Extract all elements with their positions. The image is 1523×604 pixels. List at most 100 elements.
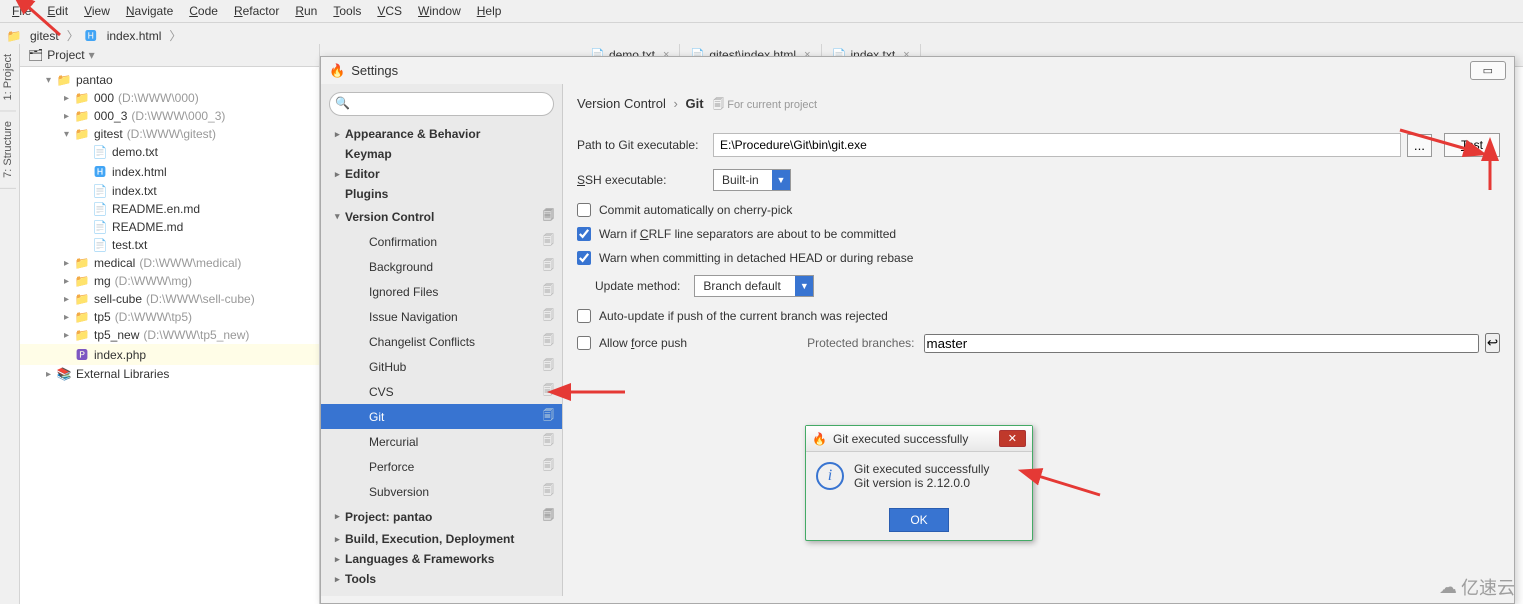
settings-tree-item[interactable]: ▸Project: pantao 🗐: [321, 504, 562, 529]
git-success-dialog: 🔥 Git executed successfully ✕ i Git exec…: [805, 425, 1033, 541]
menu-run[interactable]: Run: [287, 2, 325, 20]
tree-arrow-icon: ▸: [46, 369, 56, 380]
settings-tree-item[interactable]: ▸Appearance & Behavior: [321, 124, 562, 144]
menu-navigate[interactable]: Navigate: [118, 2, 181, 20]
ssh-combo[interactable]: Built-in ▼: [713, 169, 791, 191]
row-update: Update method: Branch default ▼: [577, 275, 1500, 297]
settings-tree-item[interactable]: GitHub🗐: [321, 354, 562, 379]
tree-row[interactable]: 📄README.en.md: [20, 200, 319, 218]
copy-icon: 🗐: [543, 282, 554, 301]
settings-tree-item[interactable]: Mercurial🗐: [321, 429, 562, 454]
copy-icon: 🗐: [543, 232, 554, 251]
project-tree: ▾📁pantao▸📁000(D:\WWW\000)▸📁000_3(D:\WWW\…: [20, 67, 319, 387]
menu-refactor[interactable]: Refactor: [226, 2, 287, 20]
tree-row[interactable]: ▸📁mg(D:\WWW\mg): [20, 272, 319, 290]
crumb-file[interactable]: 🅷 index.html: [83, 27, 166, 44]
settings-tree-item[interactable]: Background🗐: [321, 254, 562, 279]
menu-tools[interactable]: Tools: [325, 2, 369, 20]
tree-label: README.en.md: [112, 202, 200, 216]
crumb-file-label: index.html: [107, 29, 162, 43]
crumb-root[interactable]: 📁 gitest: [6, 29, 63, 43]
bc-hint: 🗐 For current project: [713, 99, 817, 111]
tree-row[interactable]: ▸📁tp5(D:\WWW\tp5): [20, 308, 319, 326]
row-force: Allow force push Protected branches: ↩: [577, 333, 1500, 353]
tree-row[interactable]: 🅷index.html: [20, 161, 319, 182]
settings-tree-item[interactable]: ▸Languages & Frameworks: [321, 549, 562, 569]
item-label: Project: pantao: [345, 510, 432, 524]
tree-row[interactable]: ▸📁tp5_new(D:\WWW\tp5_new): [20, 326, 319, 344]
history-button[interactable]: ↩: [1485, 333, 1500, 353]
tree-row[interactable]: 🅿index.php: [20, 344, 319, 365]
settings-left-panel: 🔍 ▸Appearance & BehaviorKeymap▸EditorPlu…: [321, 84, 563, 596]
cb-cherry[interactable]: [577, 203, 591, 217]
close-button[interactable]: ✕: [999, 430, 1026, 447]
chevron-right-icon: 〉: [63, 27, 83, 44]
menu-help[interactable]: Help: [469, 2, 510, 20]
settings-tree-item[interactable]: Confirmation🗐: [321, 229, 562, 254]
popup-line2: Git version is 2.12.0.0: [854, 476, 989, 490]
settings-tree-item[interactable]: Keymap: [321, 144, 562, 164]
maximize-button[interactable]: ▭: [1470, 61, 1506, 80]
tree-label: 000: [94, 91, 114, 105]
menu-edit[interactable]: Edit: [39, 2, 76, 20]
settings-tree-item[interactable]: Plugins: [321, 184, 562, 204]
protected-input[interactable]: [924, 334, 1478, 353]
settings-search-input[interactable]: [329, 92, 554, 116]
info-icon: i: [816, 462, 844, 490]
settings-tree-item[interactable]: Changelist Conflicts🗐: [321, 329, 562, 354]
settings-tree-item[interactable]: CVS🗐: [321, 379, 562, 404]
menu-file[interactable]: File: [4, 2, 39, 20]
tree-arrow-icon: ▸: [335, 511, 345, 522]
tree-row[interactable]: ▸📁000(D:\WWW\000): [20, 89, 319, 107]
menu-vcs[interactable]: VCS: [369, 2, 410, 20]
tree-row[interactable]: ▸📁000_3(D:\WWW\000_3): [20, 107, 319, 125]
settings-tree-item[interactable]: ▸Tools: [321, 569, 562, 589]
tree-label: medical: [94, 256, 135, 270]
settings-tree-item[interactable]: Perforce🗐: [321, 454, 562, 479]
tree-row[interactable]: ▾📁gitest(D:\WWW\gitest): [20, 125, 319, 143]
chevron-down-icon[interactable]: ▾: [89, 48, 95, 62]
label-crlf: Warn if CRLF line separators are about t…: [599, 227, 896, 241]
copy-icon: 🗐: [543, 257, 554, 276]
tree-row[interactable]: 📄test.txt: [20, 236, 319, 254]
tree-row[interactable]: 📄demo.txt: [20, 143, 319, 161]
git-path-input[interactable]: [713, 133, 1401, 157]
settings-title-label: Settings: [351, 63, 398, 78]
tree-row[interactable]: 📄index.txt: [20, 182, 319, 200]
test-button[interactable]: Test: [1444, 133, 1500, 157]
side-tab-project[interactable]: 1: Project: [0, 44, 16, 111]
cb-crlf[interactable]: [577, 227, 591, 241]
cb-detached[interactable]: [577, 251, 591, 265]
cb-autoupdate[interactable]: [577, 309, 591, 323]
copy-icon: 🗐: [543, 457, 554, 476]
browse-button[interactable]: ...: [1407, 134, 1432, 157]
tree-row[interactable]: ▸📚External Libraries: [20, 365, 319, 383]
item-label: Keymap: [345, 147, 392, 161]
menu-view[interactable]: View: [76, 2, 118, 20]
cb-force[interactable]: [577, 336, 591, 350]
tree-row[interactable]: 📄README.md: [20, 218, 319, 236]
settings-tree-item[interactable]: ▾Version Control🗐: [321, 204, 562, 229]
folder-icon: 📁: [6, 29, 22, 43]
settings-tree-item[interactable]: Subversion🗐: [321, 479, 562, 504]
tree-arrow-icon: ▸: [335, 129, 345, 140]
tree-arrow-icon: ▸: [64, 312, 74, 323]
settings-tree-item[interactable]: Issue Navigation🗐: [321, 304, 562, 329]
menu-window[interactable]: Window: [410, 2, 469, 20]
side-tab-structure[interactable]: 7: Structure: [0, 111, 16, 189]
settings-tree-item[interactable]: ▸Build, Execution, Deployment: [321, 529, 562, 549]
tree-label: index.php: [94, 348, 146, 362]
menu-code[interactable]: Code: [181, 2, 226, 20]
update-combo[interactable]: Branch default ▼: [694, 275, 814, 297]
tree-hint: (D:\WWW\tp5): [115, 310, 192, 324]
tree-row[interactable]: ▸📁sell-cube(D:\WWW\sell-cube): [20, 290, 319, 308]
settings-tree-item[interactable]: ▸Editor: [321, 164, 562, 184]
tree-row[interactable]: ▸📁medical(D:\WWW\medical): [20, 254, 319, 272]
settings-tree-item[interactable]: Git🗐: [321, 404, 562, 429]
copy-icon: 🗐: [543, 382, 554, 401]
copy-icon: 🗐: [543, 507, 554, 526]
ok-button[interactable]: OK: [889, 508, 948, 532]
tree-row[interactable]: ▾📁pantao: [20, 71, 319, 89]
tree-arrow-icon: ▸: [64, 294, 74, 305]
settings-tree-item[interactable]: Ignored Files🗐: [321, 279, 562, 304]
